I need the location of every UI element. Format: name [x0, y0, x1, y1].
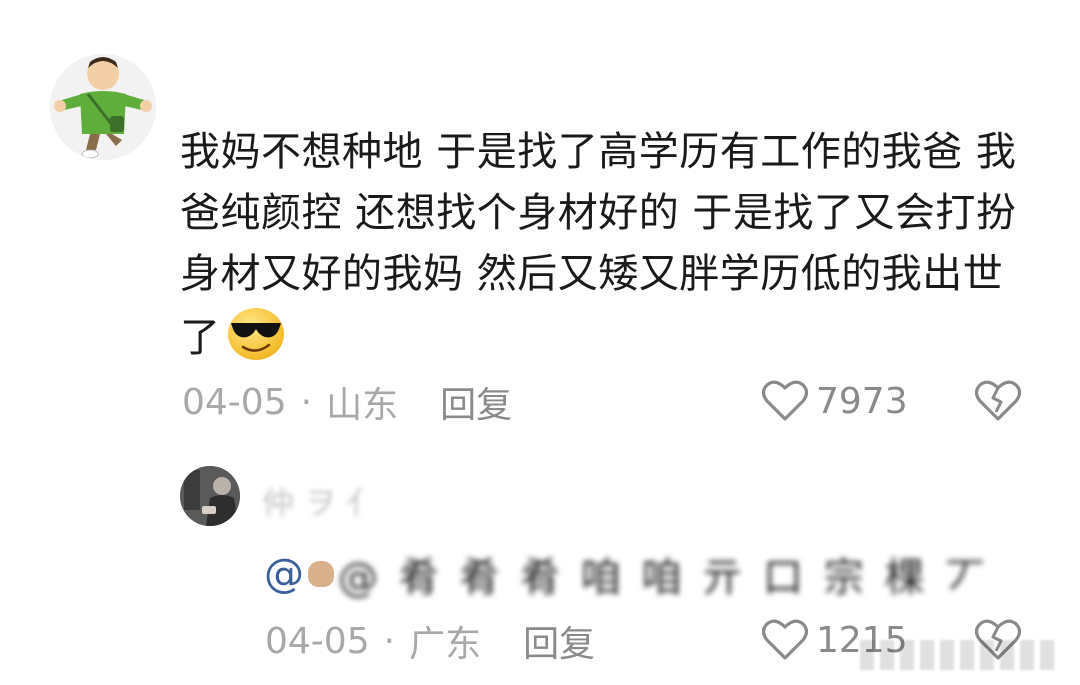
broken-heart-icon	[974, 380, 1022, 421]
reply-username[interactable]: 仲 ヲ 亻	[262, 478, 378, 524]
reply-reply-button[interactable]: 回复	[523, 615, 595, 667]
watermark	[860, 640, 1060, 670]
comment-meta: 04-05 · 山东 回复	[182, 380, 512, 427]
comment-location: 山东	[326, 385, 399, 426]
comment-thread: 我妈不想种地 于是找了高学历有工作的我爸 我爸纯颜控 还想找个身材好的 于是找了…	[0, 0, 1080, 685]
person-photo-icon	[180, 466, 240, 526]
mention-emoji-icon	[308, 561, 334, 587]
cartoon-avatar-icon	[50, 54, 156, 160]
meta-separator: ·	[300, 381, 313, 423]
reply-body: @ @ 肴 肴 肴 咱 咱 亓 口 宗 棵 丆	[264, 546, 989, 602]
heart-icon	[762, 380, 808, 421]
like-count: 7973	[816, 380, 908, 422]
reply-avatar[interactable]	[180, 466, 240, 526]
reply-location: 广东	[409, 624, 482, 665]
comment-body: 我妈不想种地 于是找了高学历有工作的我爸 我爸纯颜控 还想找个身材好的 于是找了…	[180, 122, 1040, 369]
comment-date: 04-05	[182, 381, 287, 423]
mention-at-symbol: @	[264, 551, 304, 597]
reply-button[interactable]: 回复	[440, 376, 512, 428]
heart-icon	[762, 619, 808, 660]
meta-separator: ·	[383, 620, 396, 662]
like-button[interactable]: 7973	[762, 380, 908, 422]
mention-text[interactable]: @ 肴 肴 肴 咱 咱 亓 口 宗 棵 丆	[338, 545, 989, 603]
sunglasses-face-icon	[227, 308, 284, 360]
commenter-avatar[interactable]	[50, 54, 156, 160]
reply-meta: 04-05 · 广东 回复	[265, 619, 595, 666]
reply-date: 04-05	[265, 620, 370, 662]
comment-text: 我妈不想种地 于是找了高学历有工作的我爸 我爸纯颜控 还想找个身材好的 于是找了…	[180, 129, 1017, 361]
dislike-button[interactable]	[974, 380, 1022, 426]
